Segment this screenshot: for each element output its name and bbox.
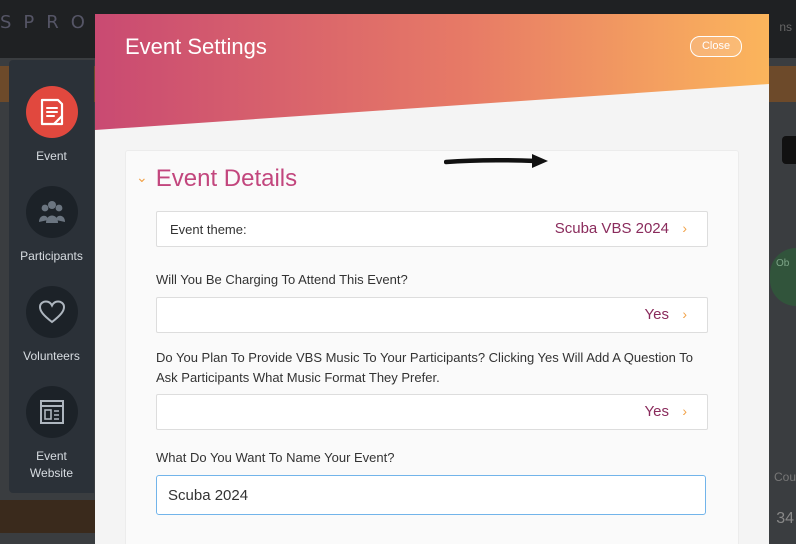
event-details-card: ⌄ Event Details Event theme: Scuba VBS 2…	[125, 150, 739, 544]
background-number: 34	[776, 510, 794, 527]
website-icon	[25, 386, 78, 438]
event-name-question: What Do You Want To Name Your Event?	[156, 450, 395, 465]
chevron-right-icon: ›	[682, 306, 687, 322]
settings-sidebar: Event Participants Volunteers Event Webs…	[9, 60, 94, 493]
background-right-text: ns	[779, 20, 792, 34]
charging-value: Yes	[644, 306, 669, 323]
chevron-down-icon: ⌄	[136, 168, 148, 185]
annotation-arrow-icon	[444, 154, 548, 168]
music-question: Do You Plan To Provide VBS Music To Your…	[156, 350, 693, 385]
sidebar-item-label: Event Website	[29, 449, 74, 480]
background-button	[782, 136, 796, 164]
sidebar-item-volunteers[interactable]: Volunteers	[9, 286, 94, 365]
section-header-event-details[interactable]: ⌄ Event Details	[136, 165, 297, 193]
background-badge-text: Ob	[776, 258, 790, 269]
sidebar-item-event[interactable]: Event	[9, 86, 94, 165]
charging-question: Will You Be Charging To Attend This Even…	[156, 272, 408, 287]
background-bottom-block	[0, 500, 100, 533]
modal-title: Event Settings	[125, 34, 267, 59]
event-theme-value: Scuba VBS 2024	[554, 220, 669, 237]
background-label: Cou	[773, 470, 796, 484]
event-theme-label: Event theme:	[170, 222, 247, 237]
background-logo: SPRO	[0, 12, 97, 33]
charging-selector[interactable]: Yes ›	[156, 297, 708, 333]
participants-icon	[25, 186, 78, 238]
close-button[interactable]: Close	[690, 36, 742, 57]
music-value: Yes	[644, 403, 669, 420]
music-selector[interactable]: Yes ›	[156, 394, 708, 430]
section-title: Event Details	[155, 165, 298, 192]
event-theme-selector[interactable]: Event theme: Scuba VBS 2024 ›	[156, 211, 708, 247]
sidebar-item-participants[interactable]: Participants	[9, 186, 94, 265]
background-badge: Ob	[770, 248, 796, 306]
sidebar-item-label: Participants	[20, 249, 83, 263]
modal-header-background	[95, 14, 769, 130]
event-settings-modal: Event Settings Close ⌄ Event Details Eve…	[95, 14, 769, 544]
sidebar-item-event-website[interactable]: Event Website	[9, 386, 94, 482]
event-document-icon	[25, 86, 78, 138]
sidebar-item-label: Volunteers	[23, 349, 80, 363]
heart-icon	[25, 286, 78, 338]
event-name-input[interactable]	[156, 475, 706, 515]
chevron-right-icon: ›	[682, 220, 687, 236]
sidebar-item-label: Event	[36, 149, 67, 163]
chevron-right-icon: ›	[682, 403, 687, 419]
